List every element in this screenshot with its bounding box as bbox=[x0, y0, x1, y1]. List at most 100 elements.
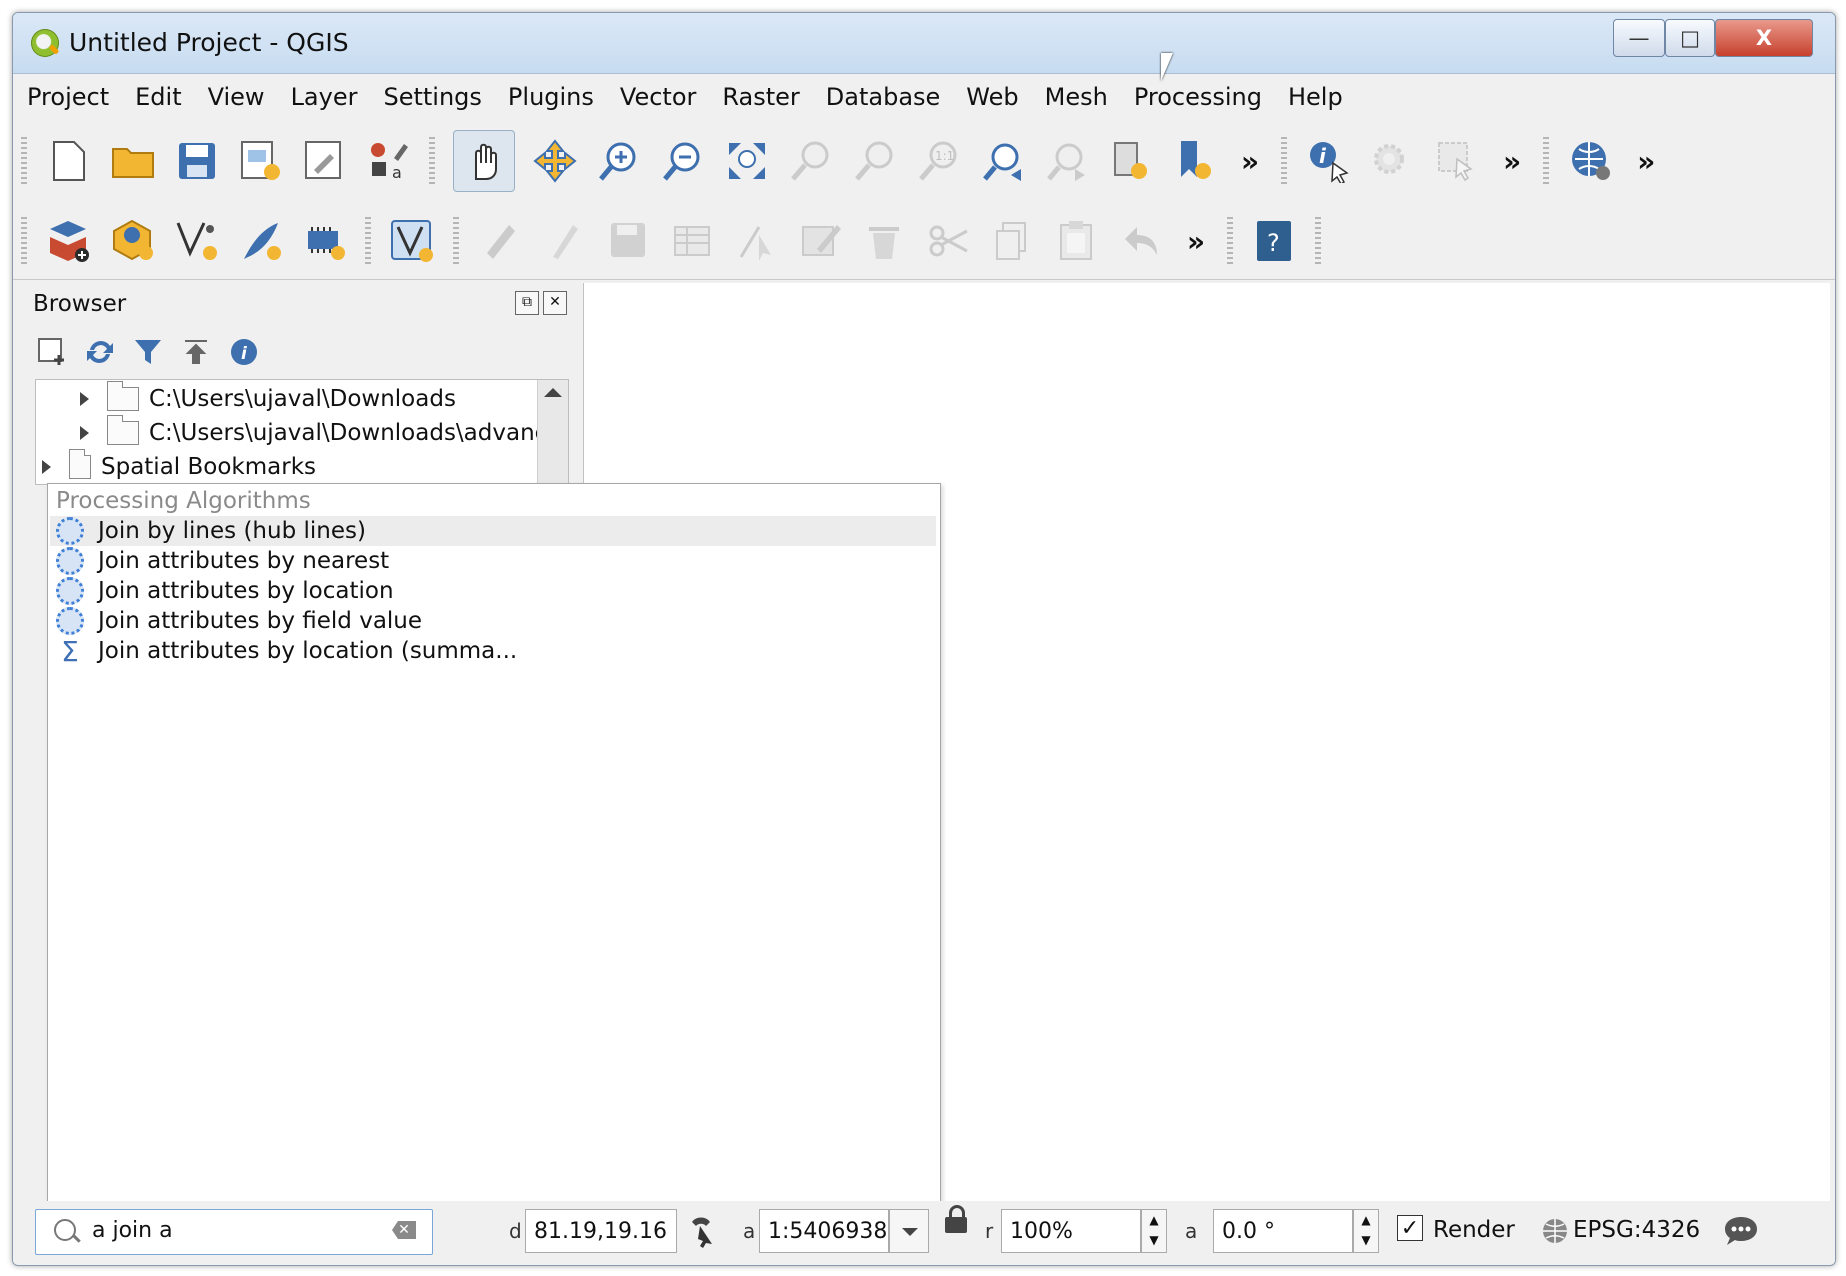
toolbar-grip[interactable] bbox=[1315, 217, 1322, 265]
new-temporary-layer-icon[interactable] bbox=[301, 217, 349, 265]
menu-raster[interactable]: Raster bbox=[710, 83, 811, 111]
zoom-to-selection-icon[interactable] bbox=[787, 137, 835, 185]
help-contents-icon[interactable]: ? bbox=[1251, 217, 1299, 265]
new-virtual-layer-icon[interactable] bbox=[389, 217, 437, 265]
current-edits-icon[interactable] bbox=[477, 217, 525, 265]
menu-view[interactable]: View bbox=[196, 83, 277, 111]
save-layer-edits-icon[interactable] bbox=[605, 217, 653, 265]
tree-item-spatial-bookmarks[interactable]: Spatial Bookmarks bbox=[42, 449, 316, 484]
toolbar-overflow-icon[interactable]: » bbox=[1503, 145, 1521, 178]
toolbar-grip[interactable] bbox=[1543, 137, 1550, 185]
toolbar-grip[interactable] bbox=[1281, 137, 1288, 185]
zoom-to-native-resolution-icon[interactable]: 1:1 bbox=[915, 137, 963, 185]
locator-search-input[interactable]: a join a ✕ bbox=[35, 1209, 433, 1255]
new-spatialite-layer-icon[interactable] bbox=[237, 217, 285, 265]
menu-project[interactable]: Project bbox=[15, 83, 121, 111]
cut-features-icon[interactable] bbox=[925, 217, 973, 265]
toolbar-overflow-icon[interactable]: » bbox=[1187, 225, 1205, 258]
menu-mesh[interactable]: Mesh bbox=[1033, 83, 1120, 111]
toolbar-grip[interactable] bbox=[21, 137, 27, 185]
close-panel-icon[interactable]: ✕ bbox=[543, 291, 567, 315]
new-shapefile-layer-icon[interactable] bbox=[173, 217, 221, 265]
new-bookmark-icon[interactable] bbox=[1171, 137, 1219, 185]
expand-arrow-icon[interactable] bbox=[42, 460, 51, 474]
pan-to-selection-icon[interactable] bbox=[531, 137, 579, 185]
properties-icon[interactable]: i bbox=[227, 335, 261, 369]
new-geopackage-layer-icon[interactable] bbox=[109, 217, 157, 265]
zoom-full-icon[interactable] bbox=[723, 137, 771, 185]
select-features-icon[interactable] bbox=[1433, 137, 1481, 185]
magnifier-spinner-icon[interactable]: ▲ ▼ bbox=[1141, 1209, 1167, 1253]
pan-map-icon[interactable] bbox=[453, 130, 515, 192]
paste-features-icon[interactable] bbox=[1053, 217, 1101, 265]
save-project-icon[interactable] bbox=[173, 137, 221, 185]
add-selected-layers-icon[interactable] bbox=[35, 335, 69, 369]
locator-result[interactable]: Σ Join attributes by location (summa... bbox=[50, 635, 936, 668]
scale-field[interactable]: 1:5406938 bbox=[759, 1209, 889, 1253]
open-project-icon[interactable] bbox=[109, 137, 157, 185]
menu-settings[interactable]: Settings bbox=[371, 83, 493, 111]
toolbar-overflow-icon[interactable]: » bbox=[1241, 145, 1259, 178]
menu-edit[interactable]: Edit bbox=[123, 83, 193, 111]
zoom-to-layer-icon[interactable] bbox=[851, 137, 899, 185]
float-panel-icon[interactable]: ⧉ bbox=[515, 291, 539, 315]
magnifier-field[interactable]: 100% bbox=[1001, 1209, 1141, 1253]
refresh-icon[interactable] bbox=[83, 335, 117, 369]
new-map-view-icon[interactable] bbox=[1107, 137, 1155, 185]
tree-item-downloads[interactable]: C:\Users\ujaval\Downloads bbox=[80, 381, 456, 416]
expand-arrow-icon[interactable] bbox=[80, 426, 89, 440]
style-manager-icon[interactable]: a bbox=[365, 137, 413, 185]
quickmapservices-icon[interactable] bbox=[1567, 137, 1615, 185]
expand-arrow-icon[interactable] bbox=[80, 392, 89, 406]
scroll-up-icon[interactable] bbox=[544, 388, 562, 397]
coordinate-field[interactable]: 81.19,19.16 bbox=[525, 1209, 677, 1253]
messages-icon[interactable] bbox=[1719, 1209, 1763, 1253]
modify-attributes-icon[interactable] bbox=[797, 217, 845, 265]
vertex-tool-icon[interactable] bbox=[733, 217, 781, 265]
identify-features-icon[interactable]: i bbox=[1305, 137, 1353, 185]
toolbar-grip[interactable] bbox=[429, 137, 435, 185]
toggle-extents-mouse-icon[interactable] bbox=[681, 1209, 725, 1253]
clear-search-icon[interactable]: ✕ bbox=[392, 1221, 416, 1239]
locator-result[interactable]: Join attributes by field value bbox=[50, 606, 936, 636]
zoom-out-icon[interactable] bbox=[659, 137, 707, 185]
locator-result[interactable]: Join attributes by nearest bbox=[50, 546, 936, 576]
toolbar-grip[interactable] bbox=[365, 217, 371, 265]
new-project-icon[interactable] bbox=[45, 137, 93, 185]
menu-layer[interactable]: Layer bbox=[279, 83, 370, 111]
scale-dropdown-icon[interactable] bbox=[889, 1209, 929, 1253]
toolbar-grip[interactable] bbox=[1227, 217, 1234, 265]
locator-result[interactable]: Join attributes by location bbox=[50, 576, 936, 606]
collapse-all-icon[interactable] bbox=[179, 335, 213, 369]
crs-globe-icon[interactable] bbox=[1537, 1211, 1573, 1251]
menu-web[interactable]: Web bbox=[954, 83, 1030, 111]
toolbar-overflow-icon[interactable]: » bbox=[1637, 145, 1655, 178]
tree-item-downloads-advanced[interactable]: C:\Users\ujaval\Downloads\advanc bbox=[80, 415, 547, 450]
new-print-layout-icon[interactable] bbox=[237, 137, 285, 185]
toolbar-grip[interactable] bbox=[21, 217, 27, 265]
add-record-icon[interactable] bbox=[669, 217, 717, 265]
zoom-in-icon[interactable] bbox=[595, 137, 643, 185]
maximize-button[interactable]: □ bbox=[1665, 19, 1715, 57]
rotation-spinner-icon[interactable]: ▲ ▼ bbox=[1353, 1209, 1379, 1253]
menu-vector[interactable]: Vector bbox=[608, 83, 708, 111]
menu-help[interactable]: Help bbox=[1276, 83, 1355, 111]
menu-plugins[interactable]: Plugins bbox=[496, 83, 606, 111]
zoom-last-icon[interactable] bbox=[979, 137, 1027, 185]
undo-icon[interactable] bbox=[1117, 217, 1165, 265]
menu-processing[interactable]: Processing bbox=[1122, 83, 1274, 111]
locator-result[interactable]: Join by lines (hub lines) bbox=[50, 516, 936, 546]
minimize-button[interactable]: — bbox=[1613, 19, 1665, 57]
toolbar-grip[interactable] bbox=[453, 217, 459, 265]
close-button[interactable]: X bbox=[1715, 19, 1813, 57]
zoom-next-icon[interactable] bbox=[1043, 137, 1091, 185]
crs-label[interactable]: EPSG:4326 bbox=[1573, 1217, 1700, 1243]
rotation-field[interactable]: 0.0 ° bbox=[1213, 1209, 1353, 1253]
run-feature-action-icon[interactable] bbox=[1369, 137, 1417, 185]
toggle-editing-icon[interactable] bbox=[541, 217, 589, 265]
data-source-manager-icon[interactable] bbox=[45, 217, 93, 265]
menu-database[interactable]: Database bbox=[814, 83, 953, 111]
tree-scrollbar[interactable] bbox=[537, 380, 568, 484]
delete-selected-icon[interactable] bbox=[861, 217, 909, 265]
browser-tree[interactable]: C:\Users\ujaval\Downloads C:\Users\ujava… bbox=[35, 379, 569, 485]
